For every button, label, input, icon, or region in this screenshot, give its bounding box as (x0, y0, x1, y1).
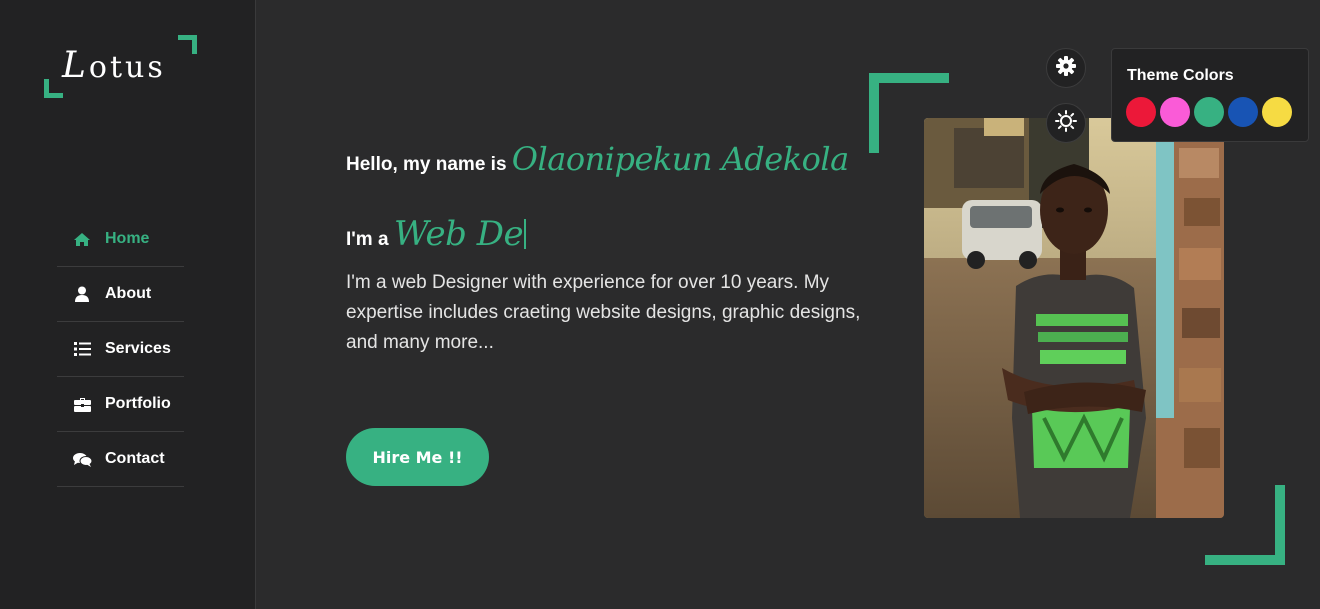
typing-cursor (524, 219, 527, 249)
logo-text: Lotus (62, 45, 166, 86)
hello-line: Hello, my name is Olaonipekun Adekola (346, 140, 849, 178)
color-swatch[interactable] (1126, 97, 1156, 127)
sidebar: Lotus Home About Services Portfolio Cont… (0, 0, 256, 609)
typing-line: I'm a Web De (346, 214, 527, 254)
user-icon (71, 286, 93, 302)
nav-label: Home (105, 230, 150, 247)
color-swatches (1126, 97, 1296, 127)
intro-description: I'm a web Designer with experience for o… (346, 272, 861, 353)
nav-label: Portfolio (105, 395, 171, 412)
color-swatch[interactable] (1262, 97, 1292, 127)
color-swatch[interactable] (1194, 97, 1224, 127)
profile-name: Olaonipekun Adekola (511, 140, 849, 178)
nav-item-contact[interactable]: Contact (57, 432, 184, 487)
nav-item-services[interactable]: Services (57, 322, 184, 377)
hire-me-button[interactable]: Hire Me !! (346, 428, 489, 486)
nav-item-about[interactable]: About (57, 267, 184, 322)
color-swatch[interactable] (1228, 97, 1258, 127)
theme-colors-title: Theme Colors (1127, 67, 1234, 84)
day-night-toggle-button[interactable] (1046, 103, 1086, 143)
nav-label: About (105, 285, 152, 302)
logo-corner-decoration (44, 79, 63, 98)
nav-item-home[interactable]: Home (57, 212, 184, 267)
gear-icon (1056, 55, 1076, 81)
nav-item-portfolio[interactable]: Portfolio (57, 377, 184, 432)
profile-photo (924, 118, 1224, 518)
logo-initial: L (62, 45, 89, 86)
theme-colors-panel: Theme Colors (1111, 48, 1309, 142)
nav-label: Services (105, 340, 171, 357)
nav-label: Contact (105, 450, 165, 467)
hello-prefix: Hello, my name is (346, 154, 507, 175)
briefcase-icon (71, 397, 93, 412)
logo[interactable]: Lotus (44, 35, 197, 98)
logo-rest: otus (88, 50, 166, 85)
list-icon (71, 342, 93, 356)
logo-corner-decoration (178, 35, 197, 54)
home-icon (71, 232, 93, 247)
comments-icon (71, 452, 93, 467)
page: Lotus Home About Services Portfolio Cont… (0, 0, 1320, 609)
color-swatch[interactable] (1160, 97, 1190, 127)
typing-text: Web De (393, 214, 524, 254)
main-nav: Home About Services Portfolio Contact (57, 212, 184, 487)
settings-toggle-button[interactable] (1046, 48, 1086, 88)
typing-prefix: I'm a (346, 229, 389, 250)
sun-icon (1055, 109, 1077, 137)
